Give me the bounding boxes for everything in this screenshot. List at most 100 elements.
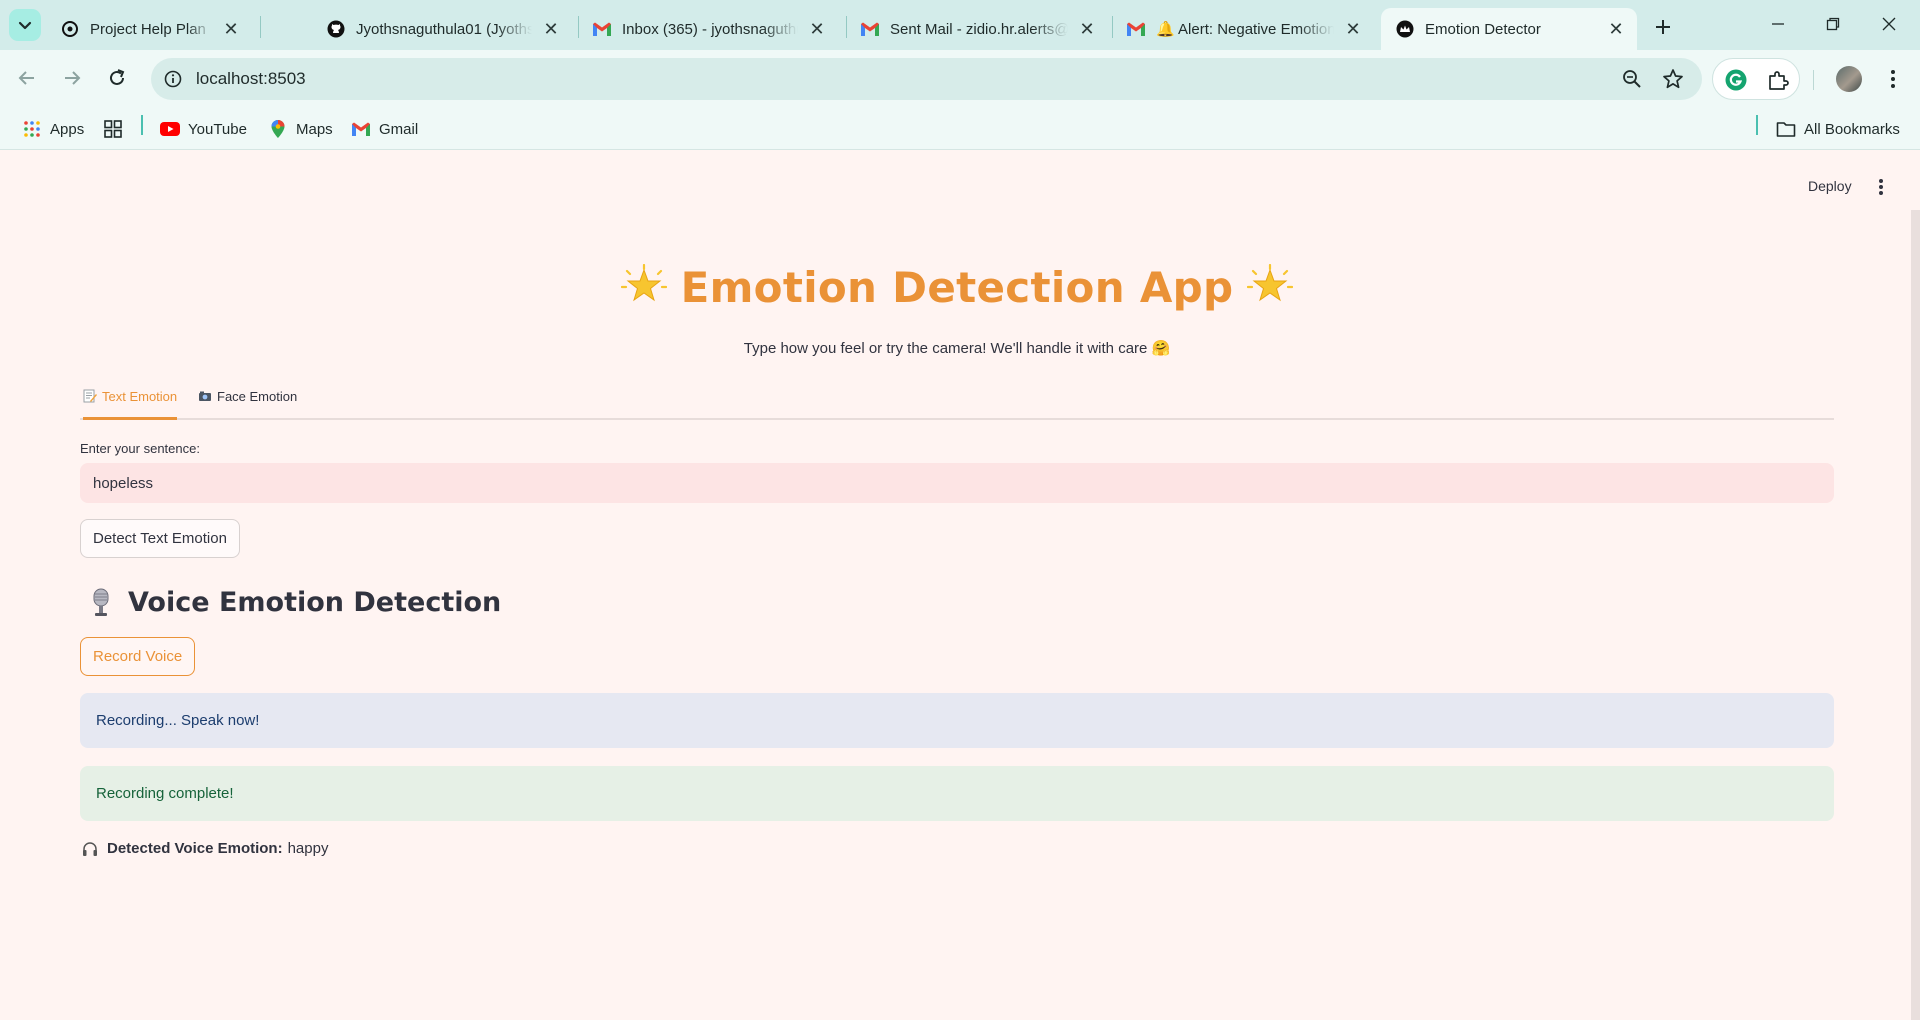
scrollbar[interactable] <box>1911 210 1920 1020</box>
title-text: Emotion Detection App <box>680 263 1234 312</box>
openai-icon <box>60 19 80 39</box>
close-tab-icon[interactable]: ✕ <box>806 18 828 40</box>
close-tab-icon[interactable]: ✕ <box>220 18 242 40</box>
tab-title: 🔔 Alert: Negative Emotion <box>1156 21 1334 38</box>
new-tab-button[interactable] <box>1649 13 1677 41</box>
browser-tab-gmail-inbox[interactable]: Inbox (365) - jyothsnaguthula ✕ <box>578 8 838 50</box>
glowing-star-icon <box>1247 263 1294 301</box>
maps-icon <box>268 119 288 139</box>
site-info-icon[interactable] <box>163 69 183 89</box>
glowing-star-icon <box>620 263 667 301</box>
app-menu-button[interactable] <box>1868 174 1894 200</box>
bookmark-label: Gmail <box>379 120 419 138</box>
recording-info-alert: Recording... Speak now! <box>80 693 1834 748</box>
bookmark-youtube[interactable]: YouTube <box>160 118 247 140</box>
minimize-icon <box>1772 23 1784 25</box>
recording-success-alert: Recording complete! <box>80 766 1834 821</box>
reload-button[interactable] <box>100 61 134 95</box>
gmail-icon <box>860 19 880 39</box>
folder-icon <box>1776 119 1796 139</box>
kebab-menu-icon <box>1891 70 1895 88</box>
close-tab-icon[interactable]: ✕ <box>1076 18 1098 40</box>
page-title: Emotion Detection App <box>80 263 1834 314</box>
grammarly-icon[interactable] <box>1725 69 1747 91</box>
tab-title: Sent Mail - zidio.hr.alerts@ <box>890 20 1068 38</box>
bookmark-label: Maps <box>296 120 333 138</box>
github-icon <box>326 19 346 39</box>
tab-search-button[interactable] <box>9 9 41 41</box>
tab-groups-icon <box>103 119 123 139</box>
voice-section-heading: Voice Emotion Detection <box>90 587 501 618</box>
toolbar-divider <box>1813 70 1814 90</box>
headphones-icon <box>83 841 97 856</box>
apps-grid-icon <box>22 119 42 139</box>
browser-tab-github[interactable]: Jyothsnaguthula01 (Jyothsna ✕ <box>312 8 572 50</box>
tab-text-emotion[interactable]: Text Emotion <box>83 389 178 420</box>
bookmark-divider <box>141 115 143 135</box>
close-tab-icon[interactable]: ✕ <box>1342 18 1364 40</box>
bookmark-maps[interactable]: Maps <box>268 118 333 140</box>
plus-icon <box>1656 20 1670 34</box>
tab-title: Inbox (365) - jyothsnaguthula <box>622 20 798 38</box>
browser-tab-emotion-detector[interactable]: Emotion Detector ✕ <box>1381 8 1637 50</box>
voice-heading-text: Voice Emotion Detection <box>128 587 502 618</box>
main-content: Emotion Detection App Type how you feel … <box>80 151 1834 1020</box>
gmail-icon <box>351 119 371 139</box>
streamlit-icon <box>1395 19 1415 39</box>
url-text[interactable]: localhost:8503 <box>196 69 306 89</box>
forward-arrow-icon <box>65 71 81 85</box>
detect-text-emotion-button[interactable]: Detect Text Emotion <box>80 519 240 558</box>
browser-tab-alert-mail[interactable]: 🔔 Alert: Negative Emotion ✕ <box>1112 8 1374 50</box>
bookmarks-bar: Apps YouTube Maps Gmail All Bookmarks <box>0 108 1920 150</box>
bookmark-divider <box>1756 115 1758 135</box>
close-tab-icon[interactable]: ✕ <box>1605 18 1627 40</box>
extensions-group <box>1712 58 1800 100</box>
camera-icon <box>199 391 211 401</box>
record-voice-button[interactable]: Record Voice <box>80 637 196 676</box>
bookmark-label: Apps <box>50 120 85 138</box>
sentence-input[interactable]: hopeless <box>80 463 1834 503</box>
browser-menu-button[interactable] <box>1880 66 1906 92</box>
chevron-down-icon <box>18 21 32 30</box>
tab-title: Emotion Detector <box>1425 20 1541 38</box>
bookmark-label: YouTube <box>188 120 247 138</box>
reload-icon <box>110 69 125 85</box>
bookmark-label: All Bookmarks <box>1804 120 1900 138</box>
minimize-button[interactable] <box>1758 8 1798 40</box>
restore-icon <box>1826 17 1840 31</box>
emotion-tabs: Text Emotion Face Emotion <box>80 381 1834 420</box>
tab-label: Face Emotion <box>217 389 298 404</box>
gmail-icon <box>592 19 612 39</box>
tab-label: Text Emotion <box>102 389 178 404</box>
back-button[interactable] <box>10 61 44 95</box>
puzzle-extensions-icon[interactable] <box>1767 69 1789 91</box>
close-icon <box>1882 17 1896 31</box>
tab-title: Jyothsnaguthula01 (Jyothsna <box>356 20 532 38</box>
restore-button[interactable] <box>1813 8 1853 40</box>
browser-tab-sent-mail[interactable]: Sent Mail - zidio.hr.alerts@ ✕ <box>846 8 1108 50</box>
browser-toolbar: localhost:8503 <box>0 50 1920 108</box>
result-label: Detected Voice Emotion: <box>107 840 283 857</box>
page-subtitle: Type how you feel or try the camera! We'… <box>743 340 1171 357</box>
browser-tab-strip: Project Help Plan ✕ Jyothsnaguthula01 (J… <box>0 0 1920 50</box>
voice-emotion-result: Detected Voice Emotion: happy <box>82 840 328 857</box>
close-window-button[interactable] <box>1869 8 1909 40</box>
kebab-menu-icon <box>1879 179 1883 195</box>
bookmark-apps[interactable]: Apps <box>22 118 84 140</box>
tab-divider <box>260 16 261 38</box>
browser-tab-project-help-plan[interactable]: Project Help Plan ✕ <box>46 8 252 50</box>
back-arrow-icon <box>18 71 34 85</box>
bookmark-gmail[interactable]: Gmail <box>351 118 418 140</box>
bookmark-tab-groups[interactable] <box>103 118 131 140</box>
profile-avatar[interactable] <box>1836 66 1862 92</box>
tab-title: Project Help Plan <box>90 20 206 38</box>
memo-icon <box>83 389 97 403</box>
result-value: happy <box>287 840 329 857</box>
close-tab-icon[interactable]: ✕ <box>540 18 562 40</box>
bookmark-star-icon[interactable] <box>1662 68 1684 90</box>
forward-button[interactable] <box>55 61 89 95</box>
all-bookmarks[interactable]: All Bookmarks <box>1776 118 1900 140</box>
tab-face-emotion[interactable]: Face Emotion <box>198 389 297 420</box>
address-bar[interactable]: localhost:8503 <box>151 58 1702 100</box>
zoom-icon[interactable] <box>1621 68 1643 90</box>
